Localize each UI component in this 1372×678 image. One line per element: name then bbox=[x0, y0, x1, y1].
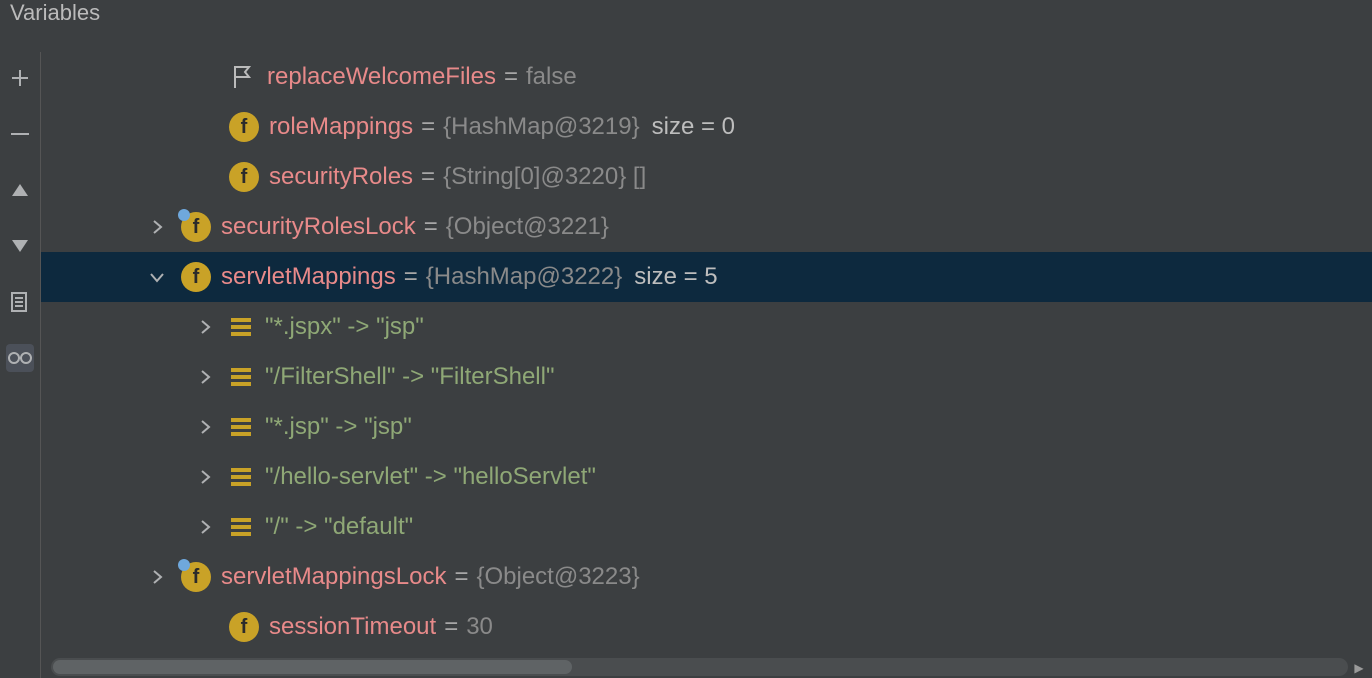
equals-sign: = bbox=[444, 613, 458, 641]
variable-name: sessionTimeout bbox=[269, 613, 436, 641]
map-entry-value: "/" -> "default" bbox=[265, 513, 413, 541]
map-entry-value: "*.jsp" -> "jsp" bbox=[265, 413, 412, 441]
variable-row[interactable]: f sessionTimeout = 30 bbox=[41, 602, 1372, 652]
variable-value: {String[0]@3220} [] bbox=[443, 163, 646, 191]
variables-tree[interactable]: replaceWelcomeFiles=falsefroleMappings={… bbox=[41, 52, 1372, 678]
equals-sign: = bbox=[421, 113, 435, 141]
map-entry-row[interactable]: "*.jsp" -> "jsp" bbox=[41, 402, 1372, 452]
field-icon: f bbox=[181, 212, 211, 242]
equals-sign: = bbox=[504, 63, 518, 91]
scrollbar-thumb[interactable] bbox=[53, 660, 572, 674]
map-entry-row[interactable]: "*.jspx" -> "jsp" bbox=[41, 302, 1372, 352]
variable-value: {Object@3221} bbox=[446, 213, 609, 241]
variable-name: securityRoles bbox=[269, 163, 413, 191]
map-entry-row[interactable]: "/" -> "default" bbox=[41, 502, 1372, 552]
scroll-right-button[interactable]: ▶ bbox=[1350, 659, 1368, 677]
remove-watch-button[interactable] bbox=[6, 120, 34, 148]
map-entry-value: "/hello-servlet" -> "helloServlet" bbox=[265, 463, 596, 491]
map-entry-value: "*.jspx" -> "jsp" bbox=[265, 313, 424, 341]
map-entry-icon bbox=[229, 515, 253, 539]
glasses-button[interactable] bbox=[6, 344, 34, 372]
variable-value: false bbox=[526, 63, 577, 91]
variable-name: servletMappingsLock bbox=[221, 563, 446, 591]
add-watch-button[interactable] bbox=[6, 64, 34, 92]
expand-arrow-icon[interactable] bbox=[193, 370, 217, 384]
map-entry-icon bbox=[229, 315, 253, 339]
map-entry-icon bbox=[229, 415, 253, 439]
horizontal-scrollbar[interactable] bbox=[51, 658, 1348, 676]
expand-arrow-icon[interactable] bbox=[193, 420, 217, 434]
variable-row[interactable]: f servletMappingsLock = {Object@3223} bbox=[41, 552, 1372, 602]
variable-extra: size = 5 bbox=[634, 263, 717, 291]
equals-sign: = bbox=[454, 563, 468, 591]
map-entry-icon bbox=[229, 465, 253, 489]
panel-title: Variables bbox=[0, 0, 1372, 52]
variable-value: 30 bbox=[466, 613, 493, 641]
field-icon: f bbox=[229, 112, 259, 142]
variable-value: {Object@3223} bbox=[476, 563, 639, 591]
field-icon: f bbox=[229, 162, 259, 192]
variable-name: roleMappings bbox=[269, 113, 413, 141]
variable-row[interactable]: f securityRoles = {String[0]@3220} [] bbox=[41, 152, 1372, 202]
expand-arrow-icon[interactable] bbox=[145, 570, 169, 584]
move-up-button[interactable] bbox=[6, 176, 34, 204]
field-icon: f bbox=[229, 612, 259, 642]
equals-sign: = bbox=[424, 213, 438, 241]
variable-row[interactable]: f roleMappings = {HashMap@3219} size = 0 bbox=[41, 102, 1372, 152]
flag-icon bbox=[229, 63, 257, 91]
expand-arrow-icon[interactable] bbox=[193, 320, 217, 334]
variable-row[interactable]: replaceWelcomeFiles = false bbox=[41, 52, 1372, 102]
gutter-toolbar bbox=[0, 52, 41, 678]
clipboard-button[interactable] bbox=[6, 288, 34, 316]
equals-sign: = bbox=[421, 163, 435, 191]
move-down-button[interactable] bbox=[6, 232, 34, 260]
variable-name: securityRolesLock bbox=[221, 213, 416, 241]
variable-extra: size = 0 bbox=[652, 113, 735, 141]
variable-name: replaceWelcomeFiles bbox=[267, 63, 496, 91]
map-entry-value: "/FilterShell" -> "FilterShell" bbox=[265, 363, 555, 391]
collapse-arrow-icon[interactable] bbox=[145, 270, 169, 284]
variable-value: {HashMap@3219} bbox=[443, 113, 640, 141]
map-entry-icon bbox=[229, 365, 253, 389]
variables-panel: replaceWelcomeFiles=falsefroleMappings={… bbox=[0, 52, 1372, 678]
equals-sign: = bbox=[404, 263, 418, 291]
field-icon: f bbox=[181, 262, 211, 292]
field-icon: f bbox=[181, 562, 211, 592]
expand-arrow-icon[interactable] bbox=[193, 520, 217, 534]
map-entry-row[interactable]: "/FilterShell" -> "FilterShell" bbox=[41, 352, 1372, 402]
expand-arrow-icon[interactable] bbox=[145, 220, 169, 234]
variable-row[interactable]: f servletMappings = {HashMap@3222} size = 5 bbox=[41, 252, 1372, 302]
expand-arrow-icon[interactable] bbox=[193, 470, 217, 484]
variable-row[interactable]: f securityRolesLock = {Object@3221} bbox=[41, 202, 1372, 252]
variable-value: {HashMap@3222} bbox=[426, 263, 623, 291]
variable-name: servletMappings bbox=[221, 263, 396, 291]
map-entry-row[interactable]: "/hello-servlet" -> "helloServlet" bbox=[41, 452, 1372, 502]
